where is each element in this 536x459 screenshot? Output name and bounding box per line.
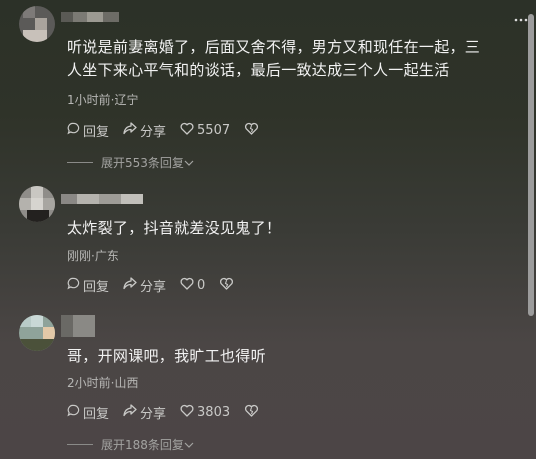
like-button[interactable]: 0 [180, 277, 205, 294]
like-count: 5507 [197, 123, 231, 138]
dislike-icon [219, 277, 237, 294]
comment-actions: 回复 分享 0 [67, 276, 251, 295]
reply-label: 回复 [83, 125, 110, 140]
comment-actions: 回复 分享 3803 [67, 403, 276, 422]
comment-meta: 刚刚·广东 [67, 249, 119, 263]
reply-icon [67, 122, 83, 139]
dislike-button[interactable] [244, 122, 262, 139]
share-button[interactable]: 分享 [123, 121, 166, 140]
comment-text: 哥，开网课吧，我旷工也得听 [67, 345, 517, 368]
like-icon [180, 122, 197, 139]
comment-actions: 回复 分享 5507 [67, 121, 276, 140]
reply-button[interactable]: 回复 [67, 403, 109, 422]
expand-replies-button[interactable]: 展开188条回复 [67, 436, 194, 453]
like-button[interactable]: 5507 [180, 122, 230, 139]
share-label: 分享 [140, 280, 167, 295]
avatar[interactable] [19, 6, 55, 42]
reply-button[interactable]: 回复 [67, 121, 109, 140]
reply-icon [67, 404, 83, 421]
share-label: 分享 [140, 125, 167, 140]
chevron-down-icon [184, 156, 194, 170]
scrollbar-thumb[interactable] [528, 14, 534, 316]
share-label: 分享 [140, 407, 167, 422]
reply-label: 回复 [83, 407, 110, 422]
expand-replies-button[interactable]: 展开553条回复 [67, 154, 194, 171]
dislike-icon [244, 122, 262, 139]
reply-button[interactable]: 回复 [67, 276, 109, 295]
comment-item: 太炸裂了，抖音就差没见鬼了！ 刚刚·广东 回复 分享 0 [0, 180, 522, 310]
comment-item: 哥，开网课吧，我旷工也得听 2小时前·山西 回复 分享 3803 展开188条回… [0, 310, 522, 459]
expand-replies-label: 展开188条回复 [101, 438, 184, 452]
chevron-down-icon [184, 438, 194, 452]
divider-line [67, 162, 93, 163]
share-button[interactable]: 分享 [123, 403, 166, 422]
like-count: 3803 [197, 405, 231, 420]
like-icon [180, 277, 197, 294]
like-button[interactable]: 3803 [180, 404, 230, 421]
dislike-icon [244, 404, 262, 421]
reply-icon [67, 277, 83, 294]
share-icon [123, 404, 140, 421]
dislike-button[interactable] [244, 404, 262, 421]
like-icon [180, 404, 197, 421]
avatar[interactable] [19, 315, 55, 351]
scrollbar[interactable] [528, 0, 534, 459]
share-icon [123, 122, 140, 139]
expand-replies-label: 展开553条回复 [101, 156, 184, 170]
reply-label: 回复 [83, 280, 110, 295]
share-button[interactable]: 分享 [123, 276, 166, 295]
comment-text: 太炸裂了，抖音就差没见鬼了！ [67, 217, 517, 240]
comment-text-line: 听说是前妻离婚了，后面又舍不得，男方又和现任在一起，三 [67, 38, 481, 56]
comment-text: 听说是前妻离婚了，后面又舍不得，男方又和现任在一起，三 人坐下来心平气和的谈话，… [67, 36, 517, 82]
dislike-button[interactable] [219, 277, 237, 294]
share-icon [123, 277, 140, 294]
comment-meta: 1小时前·辽宁 [67, 93, 139, 107]
like-count: 0 [197, 278, 206, 293]
divider-line [67, 444, 93, 445]
comment-text-line: 太炸裂了，抖音就差没见鬼了！ [67, 219, 282, 237]
comment-text-line: 哥，开网课吧，我旷工也得听 [67, 347, 266, 365]
comment-meta: 2小时前·山西 [67, 376, 139, 390]
comment-item: 听说是前妻离婚了，后面又舍不得，男方又和现任在一起，三 人坐下来心平气和的谈话，… [0, 0, 522, 180]
avatar[interactable] [19, 186, 55, 222]
comment-text-line: 人坐下来心平气和的谈话，最后一致达成三个人一起生活 [67, 61, 450, 79]
